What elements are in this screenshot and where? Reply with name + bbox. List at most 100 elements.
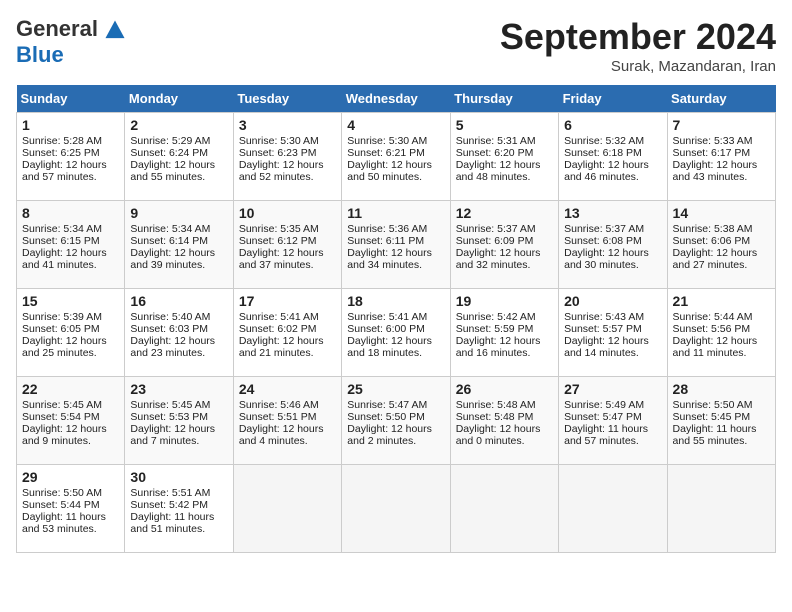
day-number: 17	[239, 293, 336, 309]
daylight: Daylight: 12 hours and 11 minutes.	[673, 335, 758, 359]
day-number: 16	[130, 293, 227, 309]
calendar-cell: 5Sunrise: 5:31 AMSunset: 6:20 PMDaylight…	[450, 113, 558, 201]
sunrise: Sunrise: 5:35 AM	[239, 223, 319, 235]
sunset: Sunset: 6:03 PM	[130, 323, 208, 335]
day-number: 13	[564, 205, 661, 221]
logo-text: General Blue	[16, 16, 126, 69]
day-number: 15	[22, 293, 119, 309]
sunrise: Sunrise: 5:37 AM	[456, 223, 536, 235]
weekday-header: Thursday	[450, 85, 558, 113]
daylight: Daylight: 12 hours and 48 minutes.	[456, 159, 541, 183]
day-number: 12	[456, 205, 553, 221]
calendar-cell: 6Sunrise: 5:32 AMSunset: 6:18 PMDaylight…	[559, 113, 667, 201]
page-header: General Blue September 2024 Surak, Mazan…	[16, 16, 776, 75]
sunset: Sunset: 5:47 PM	[564, 411, 642, 423]
sunrise: Sunrise: 5:45 AM	[22, 399, 102, 411]
calendar-cell: 3Sunrise: 5:30 AMSunset: 6:23 PMDaylight…	[233, 113, 341, 201]
weekday-header: Tuesday	[233, 85, 341, 113]
daylight: Daylight: 12 hours and 21 minutes.	[239, 335, 324, 359]
sunrise: Sunrise: 5:31 AM	[456, 135, 536, 147]
daylight: Daylight: 12 hours and 25 minutes.	[22, 335, 107, 359]
calendar-cell: 27Sunrise: 5:49 AMSunset: 5:47 PMDayligh…	[559, 377, 667, 465]
daylight: Daylight: 12 hours and 2 minutes.	[347, 423, 432, 447]
sunset: Sunset: 6:23 PM	[239, 147, 317, 159]
sunset: Sunset: 6:17 PM	[673, 147, 751, 159]
day-number: 7	[673, 117, 770, 133]
daylight: Daylight: 12 hours and 14 minutes.	[564, 335, 649, 359]
sunrise: Sunrise: 5:41 AM	[239, 311, 319, 323]
sunrise: Sunrise: 5:36 AM	[347, 223, 427, 235]
daylight: Daylight: 12 hours and 43 minutes.	[673, 159, 758, 183]
day-number: 10	[239, 205, 336, 221]
sunrise: Sunrise: 5:45 AM	[130, 399, 210, 411]
sunrise: Sunrise: 5:37 AM	[564, 223, 644, 235]
daylight: Daylight: 11 hours and 53 minutes.	[22, 511, 106, 535]
daylight: Daylight: 11 hours and 51 minutes.	[130, 511, 214, 535]
day-number: 26	[456, 381, 553, 397]
day-number: 18	[347, 293, 444, 309]
sunset: Sunset: 6:11 PM	[347, 235, 424, 247]
sunset: Sunset: 6:21 PM	[347, 147, 425, 159]
sunrise: Sunrise: 5:50 AM	[673, 399, 753, 411]
weekday-header: Friday	[559, 85, 667, 113]
logo: General Blue	[16, 16, 126, 69]
calendar-cell: 8Sunrise: 5:34 AMSunset: 6:15 PMDaylight…	[17, 201, 125, 289]
sunset: Sunset: 6:14 PM	[130, 235, 208, 247]
daylight: Daylight: 12 hours and 32 minutes.	[456, 247, 541, 271]
daylight: Daylight: 12 hours and 23 minutes.	[130, 335, 215, 359]
sunrise: Sunrise: 5:46 AM	[239, 399, 319, 411]
calendar-cell: 19Sunrise: 5:42 AMSunset: 5:59 PMDayligh…	[450, 289, 558, 377]
calendar-table: SundayMondayTuesdayWednesdayThursdayFrid…	[16, 85, 776, 553]
daylight: Daylight: 12 hours and 52 minutes.	[239, 159, 324, 183]
daylight: Daylight: 12 hours and 37 minutes.	[239, 247, 324, 271]
daylight: Daylight: 11 hours and 57 minutes.	[564, 423, 648, 447]
sunset: Sunset: 5:53 PM	[130, 411, 208, 423]
calendar-week-row: 29Sunrise: 5:50 AMSunset: 5:44 PMDayligh…	[17, 465, 776, 553]
weekday-header: Wednesday	[342, 85, 450, 113]
calendar-cell: 9Sunrise: 5:34 AMSunset: 6:14 PMDaylight…	[125, 201, 233, 289]
sunrise: Sunrise: 5:30 AM	[347, 135, 427, 147]
calendar-cell: 4Sunrise: 5:30 AMSunset: 6:21 PMDaylight…	[342, 113, 450, 201]
sunrise: Sunrise: 5:44 AM	[673, 311, 753, 323]
calendar-cell: 28Sunrise: 5:50 AMSunset: 5:45 PMDayligh…	[667, 377, 775, 465]
calendar-cell	[667, 465, 775, 553]
title-block: September 2024 Surak, Mazandaran, Iran	[500, 16, 776, 75]
daylight: Daylight: 12 hours and 41 minutes.	[22, 247, 107, 271]
sunset: Sunset: 6:20 PM	[456, 147, 534, 159]
sunrise: Sunrise: 5:30 AM	[239, 135, 319, 147]
sunset: Sunset: 5:57 PM	[564, 323, 642, 335]
calendar-cell	[559, 465, 667, 553]
sunset: Sunset: 5:54 PM	[22, 411, 100, 423]
calendar-cell: 7Sunrise: 5:33 AMSunset: 6:17 PMDaylight…	[667, 113, 775, 201]
sunset: Sunset: 6:18 PM	[564, 147, 642, 159]
sunrise: Sunrise: 5:41 AM	[347, 311, 427, 323]
day-number: 1	[22, 117, 119, 133]
day-number: 29	[22, 469, 119, 485]
day-number: 19	[456, 293, 553, 309]
sunrise: Sunrise: 5:48 AM	[456, 399, 536, 411]
calendar-cell: 22 Sunrise: 5:45 AMSunset: 5:54 PMDayligh…	[17, 377, 125, 465]
sunset: Sunset: 6:24 PM	[130, 147, 208, 159]
logo-general: General	[16, 16, 98, 41]
location: Surak, Mazandaran, Iran	[500, 58, 776, 75]
calendar-cell: 23Sunrise: 5:45 AMSunset: 5:53 PMDayligh…	[125, 377, 233, 465]
daylight: Daylight: 12 hours and 9 minutes.	[22, 423, 107, 447]
day-number: 22	[22, 381, 119, 397]
sunset: Sunset: 6:05 PM	[22, 323, 100, 335]
sunset: Sunset: 6:00 PM	[347, 323, 425, 335]
calendar-week-row: 15Sunrise: 5:39 AMSunset: 6:05 PMDayligh…	[17, 289, 776, 377]
daylight: Daylight: 12 hours and 57 minutes.	[22, 159, 107, 183]
calendar-cell: 1Sunrise: 5:28 AMSunset: 6:25 PMDaylight…	[17, 113, 125, 201]
calendar-cell: 24Sunrise: 5:46 AMSunset: 5:51 PMDayligh…	[233, 377, 341, 465]
sunrise: Sunrise: 5:40 AM	[130, 311, 210, 323]
sunrise: Sunrise: 5:50 AM	[22, 487, 102, 499]
sunrise: Sunrise: 5:49 AM	[564, 399, 644, 411]
daylight: Daylight: 12 hours and 18 minutes.	[347, 335, 432, 359]
sunset: Sunset: 5:50 PM	[347, 411, 425, 423]
calendar-cell: 13Sunrise: 5:37 AMSunset: 6:08 PMDayligh…	[559, 201, 667, 289]
day-number: 6	[564, 117, 661, 133]
calendar-cell: 12Sunrise: 5:37 AMSunset: 6:09 PMDayligh…	[450, 201, 558, 289]
day-number: 8	[22, 205, 119, 221]
day-number: 20	[564, 293, 661, 309]
daylight: Daylight: 12 hours and 16 minutes.	[456, 335, 541, 359]
